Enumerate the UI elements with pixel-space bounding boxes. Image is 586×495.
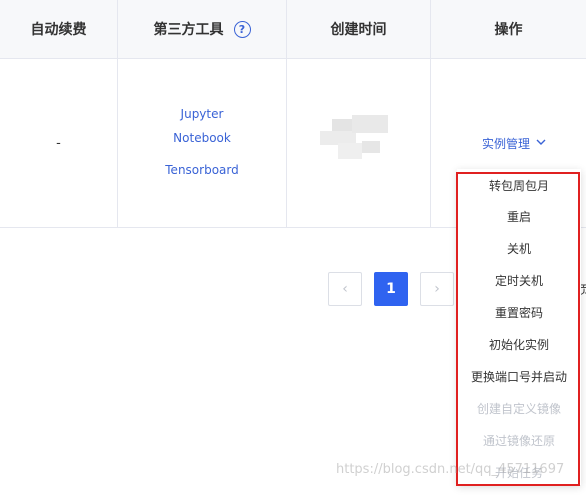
- menu-item-scheduled-shutdown[interactable]: 定时关机: [457, 264, 581, 296]
- instance-management-dropdown[interactable]: 实例管理: [482, 135, 546, 152]
- menu-item-shutdown[interactable]: 关机: [457, 232, 581, 264]
- header-auto-renew: 自动续费: [0, 0, 117, 58]
- menu-item-label: 转包周包月: [488, 178, 549, 193]
- menu-item-label: 创建自定义镜像: [476, 401, 561, 416]
- menu-item-restart[interactable]: 重启: [457, 200, 581, 232]
- header-created-time: 创建时间: [287, 0, 430, 58]
- menu-item-restore-from-image: 通过镜像还原: [457, 424, 581, 456]
- auto-renew-value: -: [56, 135, 61, 151]
- header-label: 操作: [494, 22, 523, 38]
- menu-item-label: 重置密码: [494, 305, 543, 320]
- menu-item-label: 定时关机: [494, 273, 543, 288]
- cell-auto-renew: -: [0, 59, 117, 227]
- question-circle-icon[interactable]: ?: [233, 20, 251, 38]
- menu-item-label: 关机: [506, 241, 531, 256]
- menu-item-label: 更换端口号并启动: [470, 369, 567, 384]
- menu-item-label: 初始化实例: [488, 337, 549, 352]
- chevron-left-icon: ‹: [342, 281, 348, 297]
- next-page-button[interactable]: ›: [420, 272, 454, 306]
- header-label: 创建时间: [330, 22, 387, 38]
- menu-item-convert-monthly[interactable]: 转包周包月: [457, 169, 581, 201]
- tool-link-label[interactable]: Notebook: [173, 131, 231, 145]
- dropdown-label[interactable]: 实例管理: [482, 135, 530, 152]
- menu-item-change-port-start[interactable]: 更换端口号并启动: [457, 360, 581, 392]
- chevron-right-icon: ›: [434, 281, 440, 297]
- tool-link-notebook[interactable]: Notebook: [118, 128, 286, 148]
- created-time-redacted: [318, 113, 390, 161]
- chevron-down-icon: [536, 138, 546, 149]
- page-number: 1: [386, 281, 396, 297]
- menu-item-create-image: 创建自定义镜像: [457, 392, 581, 424]
- menu-item-reinitialize[interactable]: 初始化实例: [457, 328, 581, 360]
- tool-link-label[interactable]: Jupyter: [181, 107, 224, 121]
- menu-item-reset-password[interactable]: 重置密码: [457, 296, 581, 328]
- page-1-button[interactable]: 1: [374, 272, 408, 306]
- menu-item-label: 通过镜像还原: [482, 433, 555, 448]
- header-third-party-tools: 第三方工具 ?: [118, 0, 286, 58]
- header-label: 自动续费: [30, 22, 87, 38]
- prev-page-button[interactable]: ‹: [328, 272, 362, 306]
- header-actions: 操作: [431, 0, 586, 58]
- tool-link-tensorboard[interactable]: Tensorboard: [118, 160, 286, 180]
- tool-link-jupyter[interactable]: Jupyter: [118, 104, 286, 124]
- menu-item-label: 重启: [506, 209, 531, 224]
- watermark: https://blog.csdn.net/qq_45711697: [336, 462, 565, 477]
- header-label: 第三方工具: [153, 22, 224, 38]
- tool-link-label[interactable]: Tensorboard: [165, 163, 238, 177]
- instance-management-menu: 转包周包月 重启 关机 定时关机 重置密码 初始化实例 更换端口号并启动 创建自…: [457, 169, 581, 485]
